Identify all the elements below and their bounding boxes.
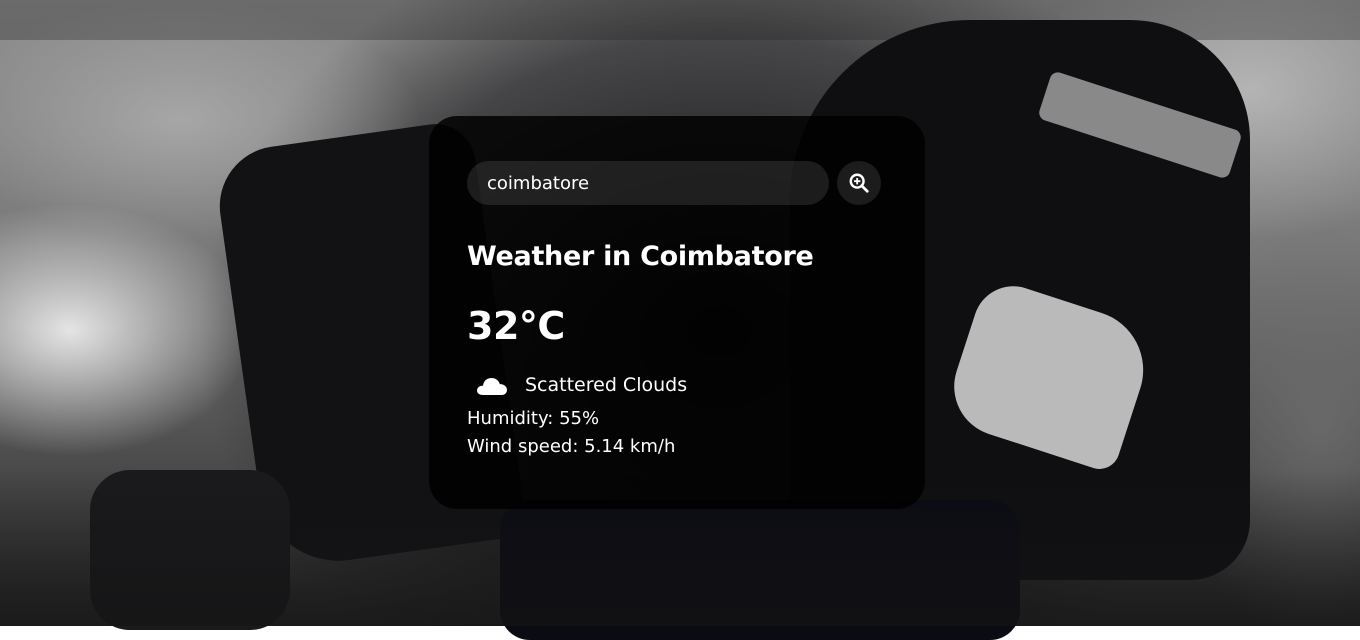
weather-description: Scattered Clouds [525,374,688,396]
cloud-icon [474,370,510,400]
search-button[interactable] [837,161,881,205]
wind-speed: Wind speed: 5.14 km/h [467,436,676,457]
humidity: Humidity: 55% [467,408,600,429]
weather-card: Weather in Coimbatore 32°C Scattered Clo… [429,116,925,509]
weather-description-row: Scattered Clouds [467,367,887,403]
temperature: 32°C [467,304,565,348]
search-icon [848,172,870,194]
city-title: Weather in Coimbatore [467,241,814,272]
search-input[interactable] [467,161,829,205]
search-bar [467,161,887,205]
